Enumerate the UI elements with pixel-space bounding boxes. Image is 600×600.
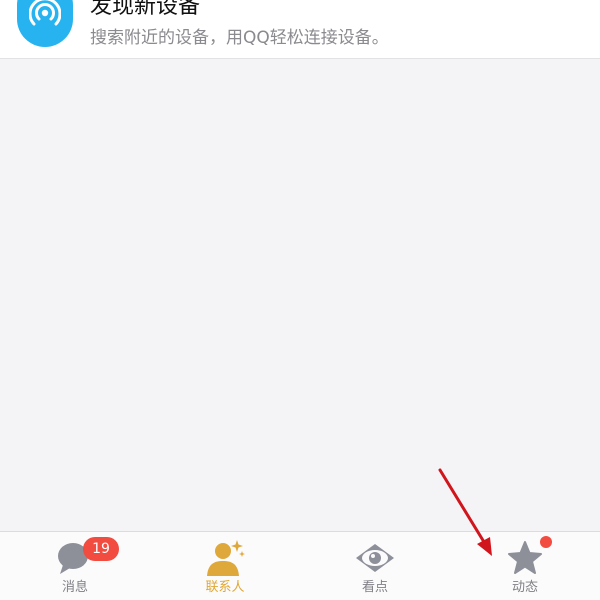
tab-label-kandian: 看点 bbox=[361, 580, 388, 595]
tab-kandian[interactable]: 看点 bbox=[300, 532, 450, 600]
notification-dot bbox=[540, 536, 552, 548]
device-card-title: 发现新设备 bbox=[90, 0, 201, 19]
screen: 发现新设备 搜索附近的设备，用QQ轻松连接设备。 19 消息 联系人 看点 动态 bbox=[0, 0, 600, 600]
tab-label-dynamics: 动态 bbox=[511, 580, 538, 595]
discover-device-card[interactable]: 发现新设备 搜索附近的设备，用QQ轻松连接设备。 bbox=[0, 0, 600, 59]
tab-dynamics[interactable]: 动态 bbox=[450, 532, 600, 600]
tab-label-messages: 消息 bbox=[61, 580, 88, 595]
eye-icon bbox=[354, 538, 396, 578]
tab-messages[interactable]: 19 消息 bbox=[0, 532, 150, 600]
device-signal-icon bbox=[17, 0, 73, 47]
tab-label-contacts: 联系人 bbox=[205, 580, 245, 595]
contact-person-icon bbox=[204, 538, 246, 578]
unread-count-badge: 19 bbox=[83, 537, 119, 561]
device-card-description: 搜索附近的设备，用QQ轻松连接设备。 bbox=[90, 28, 389, 48]
tab-contacts[interactable]: 联系人 bbox=[150, 532, 300, 600]
bottom-tab-bar: 19 消息 联系人 看点 动态 bbox=[0, 531, 600, 600]
